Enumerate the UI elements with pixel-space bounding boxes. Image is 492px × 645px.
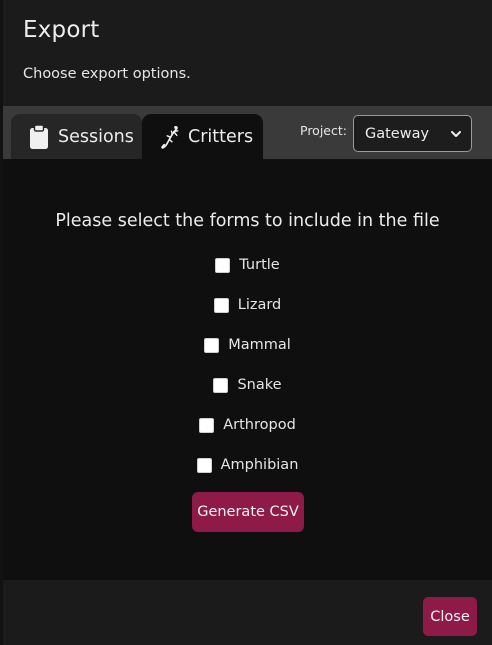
chevron-down-icon	[451, 131, 461, 137]
option-lizard-label: Lizard	[237, 297, 282, 313]
checkbox-turtle[interactable]	[215, 257, 231, 273]
dialog-footer: Close	[3, 580, 492, 645]
tab-bar: Sessions Critters Project: Gateway	[3, 106, 492, 159]
generate-csv-label: Generate CSV	[197, 504, 299, 520]
tab-critters[interactable]: Critters	[142, 114, 263, 159]
close-button[interactable]: Close	[423, 597, 477, 636]
dialog-subtitle: Choose export options.	[23, 66, 191, 82]
tab-sessions-label: Sessions	[58, 126, 134, 147]
option-turtle[interactable]: Turtle	[215, 257, 280, 273]
dialog-title: Export	[23, 17, 100, 43]
option-mammal[interactable]: Mammal	[204, 337, 291, 353]
critters-panel: Please select the forms to include in th…	[3, 159, 492, 580]
tab-sessions[interactable]: Sessions	[11, 114, 142, 159]
tab-critters-label: Critters	[188, 126, 254, 147]
dialog-header: Export Choose export options.	[3, 0, 492, 106]
close-button-label: Close	[430, 608, 470, 625]
lizard-icon	[158, 124, 182, 150]
option-amphibian-label: Amphibian	[220, 457, 299, 473]
option-mammal-label: Mammal	[228, 337, 291, 353]
checkbox-lizard[interactable]	[213, 297, 229, 313]
option-mammal-row: Mammal	[3, 334, 492, 356]
option-snake-row: Snake	[3, 374, 492, 396]
option-arthropod-row: Arthropod	[3, 414, 492, 436]
option-amphibian-row: Amphibian	[3, 454, 492, 476]
generate-csv-button[interactable]: Generate CSV	[192, 492, 304, 532]
option-amphibian[interactable]: Amphibian	[196, 457, 299, 473]
option-snake[interactable]: Snake	[213, 377, 282, 393]
option-lizard[interactable]: Lizard	[213, 297, 282, 313]
option-arthropod[interactable]: Arthropod	[199, 417, 296, 433]
checkbox-arthropod[interactable]	[199, 417, 215, 433]
project-label: Project:	[300, 123, 347, 138]
checkbox-mammal[interactable]	[204, 337, 220, 353]
option-snake-label: Snake	[237, 377, 282, 393]
checkbox-amphibian[interactable]	[196, 457, 212, 473]
clipboard-icon	[29, 123, 49, 150]
project-select[interactable]: Gateway	[353, 115, 472, 152]
option-turtle-row: Turtle	[3, 254, 492, 276]
option-lizard-row: Lizard	[3, 294, 492, 316]
option-arthropod-label: Arthropod	[223, 417, 296, 433]
option-turtle-label: Turtle	[239, 257, 280, 273]
form-prompt: Please select the forms to include in th…	[55, 211, 440, 231]
project-select-value: Gateway	[365, 125, 430, 142]
checkbox-snake[interactable]	[213, 377, 229, 393]
